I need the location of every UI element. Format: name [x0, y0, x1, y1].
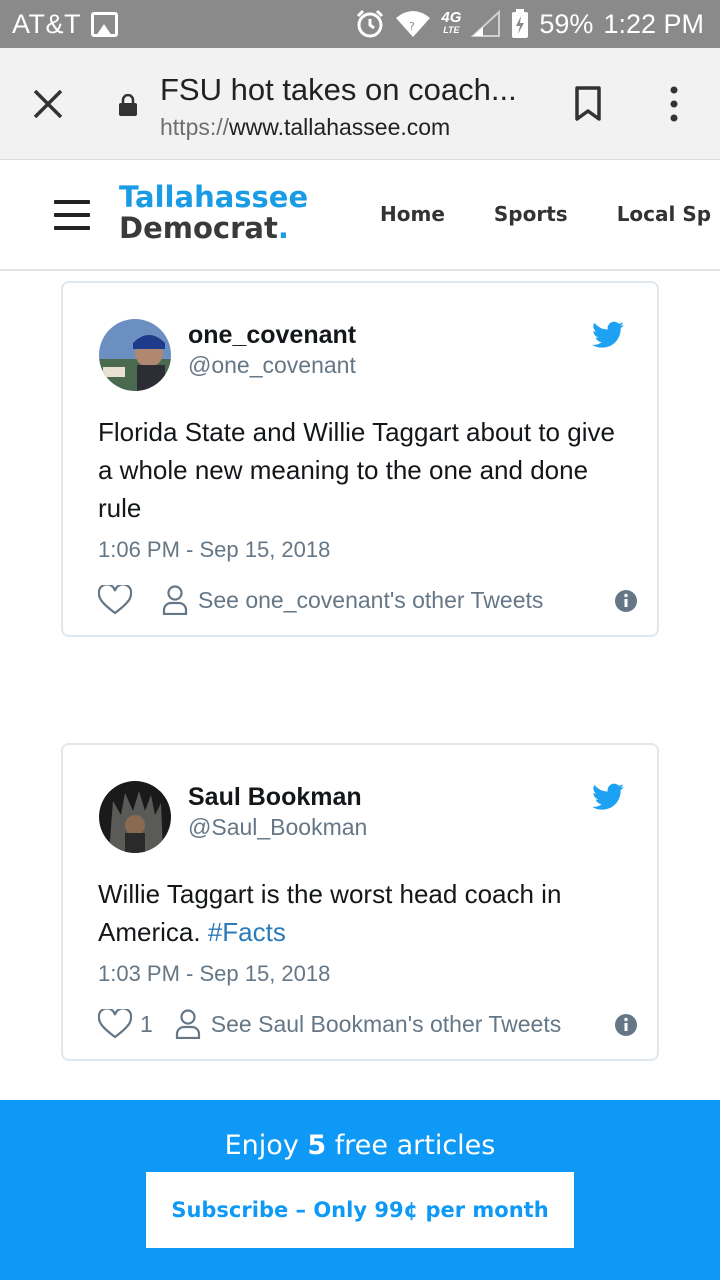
twitter-bird-icon[interactable] [592, 783, 624, 811]
heart-icon[interactable] [98, 1009, 132, 1039]
person-icon [175, 1009, 200, 1039]
site-logo[interactable]: Tallahassee Democrat. [119, 182, 308, 244]
svg-text:?: ? [409, 20, 415, 33]
hamburger-menu-icon[interactable] [54, 200, 90, 230]
subscribe-button[interactable]: Subscribe – Only 99¢ per month [146, 1172, 574, 1248]
site-header: Tallahassee Democrat. Home Sports Local … [0, 160, 720, 271]
tweet-text: Florida State and Willie Taggart about t… [98, 417, 615, 523]
tweet-card[interactable]: one_covenant @one_covenant Florida State… [61, 281, 659, 637]
tweet-author-name[interactable]: Saul Bookman [188, 783, 362, 812]
tweet-actions: 1 See Saul Bookman's other Tweets [98, 1007, 638, 1041]
avatar[interactable] [99, 781, 171, 853]
more-options-icon[interactable] [664, 86, 684, 122]
signal-icon [471, 10, 501, 38]
other-tweets-link[interactable]: See Saul Bookman's other Tweets [211, 1011, 561, 1038]
tweet-timestamp[interactable]: 1:06 PM - Sep 15, 2018 [98, 537, 330, 563]
heart-icon[interactable] [98, 585, 132, 615]
nav-local-sports[interactable]: Local Sp [617, 202, 711, 226]
battery-percent: 59% [539, 8, 594, 39]
twitter-bird-icon[interactable] [592, 321, 624, 349]
person-icon [162, 585, 188, 615]
nav-sports[interactable]: Sports [494, 202, 568, 226]
browser-toolbar: FSU hot takes on coach... https://www.ta… [0, 48, 720, 160]
hashtag-link[interactable]: #Facts [208, 917, 286, 947]
avatar[interactable] [99, 319, 171, 391]
url-text[interactable]: https://www.tallahassee.com [160, 114, 450, 141]
like-count: 1 [140, 1010, 153, 1037]
lock-icon [119, 94, 137, 116]
free-articles-text: Enjoy 5 free articles [224, 1130, 496, 1161]
status-bar: AT&T ? 4G LTE 59% 1:22 PM [0, 0, 720, 48]
image-notification-icon [91, 11, 118, 37]
nav-home[interactable]: Home [380, 202, 445, 226]
info-icon[interactable] [614, 589, 638, 613]
close-icon[interactable] [30, 86, 66, 122]
tweet-author-handle[interactable]: @one_covenant [188, 352, 356, 379]
site-nav: Home Sports Local Sp [380, 202, 720, 226]
alarm-icon [355, 9, 385, 39]
bookmark-icon[interactable] [574, 86, 602, 122]
subscription-banner: Enjoy 5 free articles Subscribe – Only 9… [0, 1100, 720, 1280]
tweet-actions: See one_covenant's other Tweets [98, 583, 638, 617]
tweet-text: Willie Taggart is the worst head coach i… [98, 879, 562, 947]
page-title: FSU hot takes on coach... [160, 72, 517, 107]
tweet-author-handle[interactable]: @Saul_Bookman [188, 814, 367, 841]
clock: 1:22 PM [603, 8, 704, 39]
info-icon[interactable] [614, 1013, 638, 1037]
network-type-label: 4G LTE [441, 9, 462, 35]
tweet-card[interactable]: Saul Bookman @Saul_Bookman Willie Taggar… [61, 743, 659, 1061]
other-tweets-link[interactable]: See one_covenant's other Tweets [198, 587, 543, 614]
wifi-icon: ? [395, 10, 431, 38]
battery-icon [511, 9, 529, 39]
tweet-timestamp[interactable]: 1:03 PM - Sep 15, 2018 [98, 961, 330, 987]
carrier-label: AT&T [12, 8, 81, 39]
tweet-author-name[interactable]: one_covenant [188, 321, 356, 350]
